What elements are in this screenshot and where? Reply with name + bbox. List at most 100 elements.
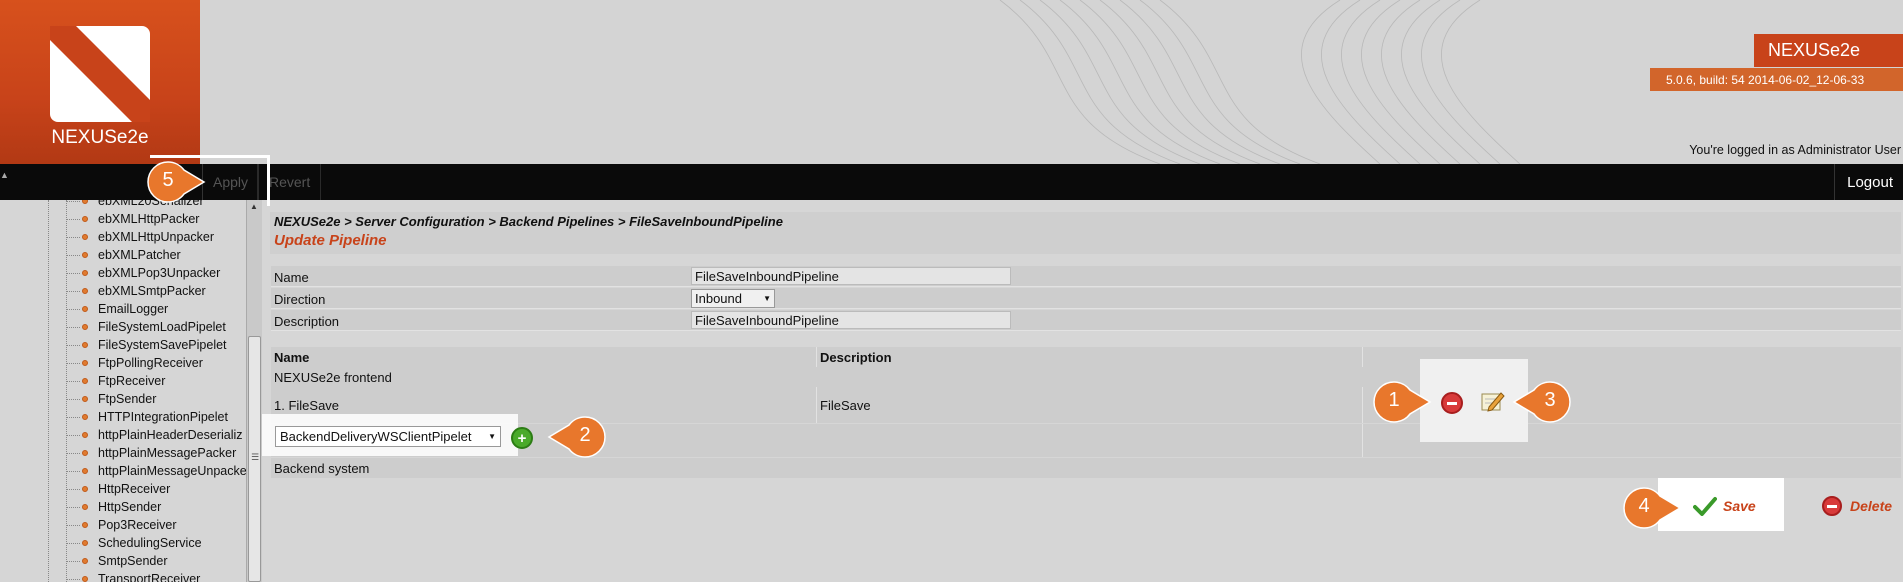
callout-3: 3: [1508, 380, 1572, 424]
sidebar-item[interactable]: ebXMLSmtpPacker: [82, 282, 206, 300]
col-name-header: Name: [271, 347, 817, 367]
checkmark-icon: [1693, 497, 1717, 516]
sidebar-item-label: SmtpSender: [98, 554, 168, 568]
revert-button[interactable]: Revert: [258, 164, 321, 200]
save-button[interactable]: Save: [1693, 496, 1756, 516]
sidebar-item[interactable]: httpPlainHeaderDeserializ: [82, 426, 243, 444]
sidebar-item-label: ebXMLPatcher: [98, 248, 181, 262]
frontend-label: NEXUSe2e frontend: [274, 369, 392, 385]
direction-row: Direction Inbound ▼: [271, 288, 1901, 309]
tree-connector: [66, 453, 80, 454]
tree-connector: [66, 399, 80, 400]
chevron-down-icon: ▼: [763, 294, 771, 303]
sidebar-item-label: httpPlainMessageUnpacke: [98, 464, 247, 478]
sidebar-item[interactable]: FtpReceiver: [82, 372, 165, 390]
sidebar-scrollbar[interactable]: ▲ ☰: [246, 200, 262, 582]
version-badge: 5.0.6, build: 54 2014-06-02_12-06-33: [1650, 68, 1903, 91]
bullet-icon: [82, 378, 88, 384]
tree-connector: [66, 435, 80, 436]
sidebar-item-label: FtpPollingReceiver: [98, 356, 203, 370]
tree-connector: [66, 543, 80, 544]
logo-mark-icon: [50, 26, 150, 122]
name-row: Name: [271, 266, 1901, 287]
page-title: Update Pipeline: [274, 232, 387, 249]
decorative-curves: [999, 0, 1521, 164]
add-pipelet-icon[interactable]: +: [511, 427, 533, 449]
description-row: Description: [271, 310, 1901, 331]
sidebar-item[interactable]: ebXMLPatcher: [82, 246, 181, 264]
sidebar-item-label: HTTPIntegrationPipelet: [98, 410, 228, 424]
sidebar-item[interactable]: Pop3Receiver: [82, 516, 177, 534]
bullet-icon: [82, 288, 88, 294]
direction-select[interactable]: Inbound ▼: [691, 289, 775, 308]
callout-number: 2: [579, 424, 591, 446]
sidebar-item[interactable]: FtpPollingReceiver: [82, 354, 203, 372]
pipelet-tree: ebXML20Serializer ebXMLHttpPacker ebXMLHtt…: [0, 200, 247, 582]
sidebar-item-label: HttpSender: [98, 500, 162, 514]
tree-connector: [66, 417, 80, 418]
remove-pipelet-icon[interactable]: [1441, 392, 1463, 414]
tree-connector: [66, 561, 80, 562]
sidebar-item-label: ebXMLSmtpPacker: [98, 284, 206, 298]
sidebar-item[interactable]: FileSystemSavePipelet: [82, 336, 227, 354]
sidebar-item[interactable]: FileSystemLoadPipelet: [82, 318, 226, 336]
tree-connector: [66, 327, 80, 328]
sidebar-item[interactable]: httpPlainMessageUnpacke: [82, 462, 247, 480]
bullet-icon: [82, 450, 88, 456]
sidebar-tree: ebXML20Serializer ebXMLHttpPacker ebXMLHtt…: [0, 200, 262, 582]
sidebar-item[interactable]: ebXMLHttpPacker: [82, 210, 199, 228]
sidebar-item[interactable]: HTTPIntegrationPipelet: [82, 408, 228, 426]
tree-connector: [66, 363, 80, 364]
sidebar-item[interactable]: httpPlainMessagePacker: [82, 444, 236, 462]
collapse-arrow-icon[interactable]: ▲: [0, 170, 9, 180]
delete-button[interactable]: Delete: [1822, 496, 1892, 516]
sidebar-item[interactable]: FtpSender: [82, 390, 156, 408]
tree-connector: [66, 201, 80, 202]
tree-connector: [66, 345, 80, 346]
pipelet-type-select[interactable]: BackendDeliveryWSClientPipelet ▼: [275, 426, 501, 447]
sidebar-item[interactable]: ebXMLHttpUnpacker: [82, 228, 214, 246]
name-input[interactable]: [691, 267, 1011, 285]
sidebar-item-label: httpPlainMessagePacker: [98, 446, 237, 460]
delete-label: Delete: [1850, 498, 1893, 514]
sidebar-item-label: ebXMLHttpUnpacker: [98, 230, 215, 244]
sidebar-item[interactable]: SchedulingService: [82, 534, 202, 552]
logout-button[interactable]: Logout: [1834, 164, 1903, 200]
sidebar-item[interactable]: TransportReceiver: [82, 570, 200, 582]
bullet-icon: [82, 432, 88, 438]
tree-connector: [66, 507, 80, 508]
bullet-icon: [82, 306, 88, 312]
tree-connector: [66, 525, 80, 526]
breadcrumb: NEXUSe2e > Server Configuration > Backen…: [274, 214, 783, 229]
sidebar-item[interactable]: HttpSender: [82, 498, 161, 516]
bullet-icon: [82, 216, 88, 222]
callout-number: 3: [1544, 389, 1556, 411]
edit-pipelet-icon[interactable]: [1480, 390, 1506, 414]
sidebar-item[interactable]: SmtpSender: [82, 552, 167, 570]
bullet-icon: [82, 540, 88, 546]
frontend-row: NEXUSe2e frontend: [271, 367, 1901, 387]
logo[interactable]: NEXUSe2e: [0, 0, 200, 164]
bullet-icon: [82, 576, 88, 582]
sidebar-item[interactable]: ebXMLPop3Unpacker: [82, 264, 220, 282]
sidebar-item[interactable]: HttpReceiver: [82, 480, 170, 498]
bullet-icon: [82, 270, 88, 276]
backend-label: Backend system: [274, 460, 370, 476]
logo-text: NEXUSe2e: [51, 127, 149, 148]
bullet-icon: [82, 396, 88, 402]
scroll-up-icon[interactable]: ▲: [250, 202, 258, 211]
toolbar: ▲ Apply Revert Logout: [0, 164, 1903, 200]
sidebar-item-label: TransportReceiver: [98, 572, 201, 582]
save-label: Save: [1723, 498, 1756, 514]
bullet-icon: [82, 486, 88, 492]
tree-connector: [66, 309, 80, 310]
scroll-thumb[interactable]: ☰: [248, 336, 261, 582]
callout-2: 2: [543, 415, 607, 459]
direction-label: Direction: [274, 292, 326, 307]
description-input[interactable]: [691, 311, 1011, 329]
sidebar-item[interactable]: EmailLogger: [82, 300, 168, 318]
bullet-icon: [82, 200, 88, 204]
table-header-row: Name Description: [271, 347, 1901, 367]
sidebar-item-label: FileSystemLoadPipelet: [98, 320, 226, 334]
apply-button[interactable]: Apply: [202, 164, 258, 200]
